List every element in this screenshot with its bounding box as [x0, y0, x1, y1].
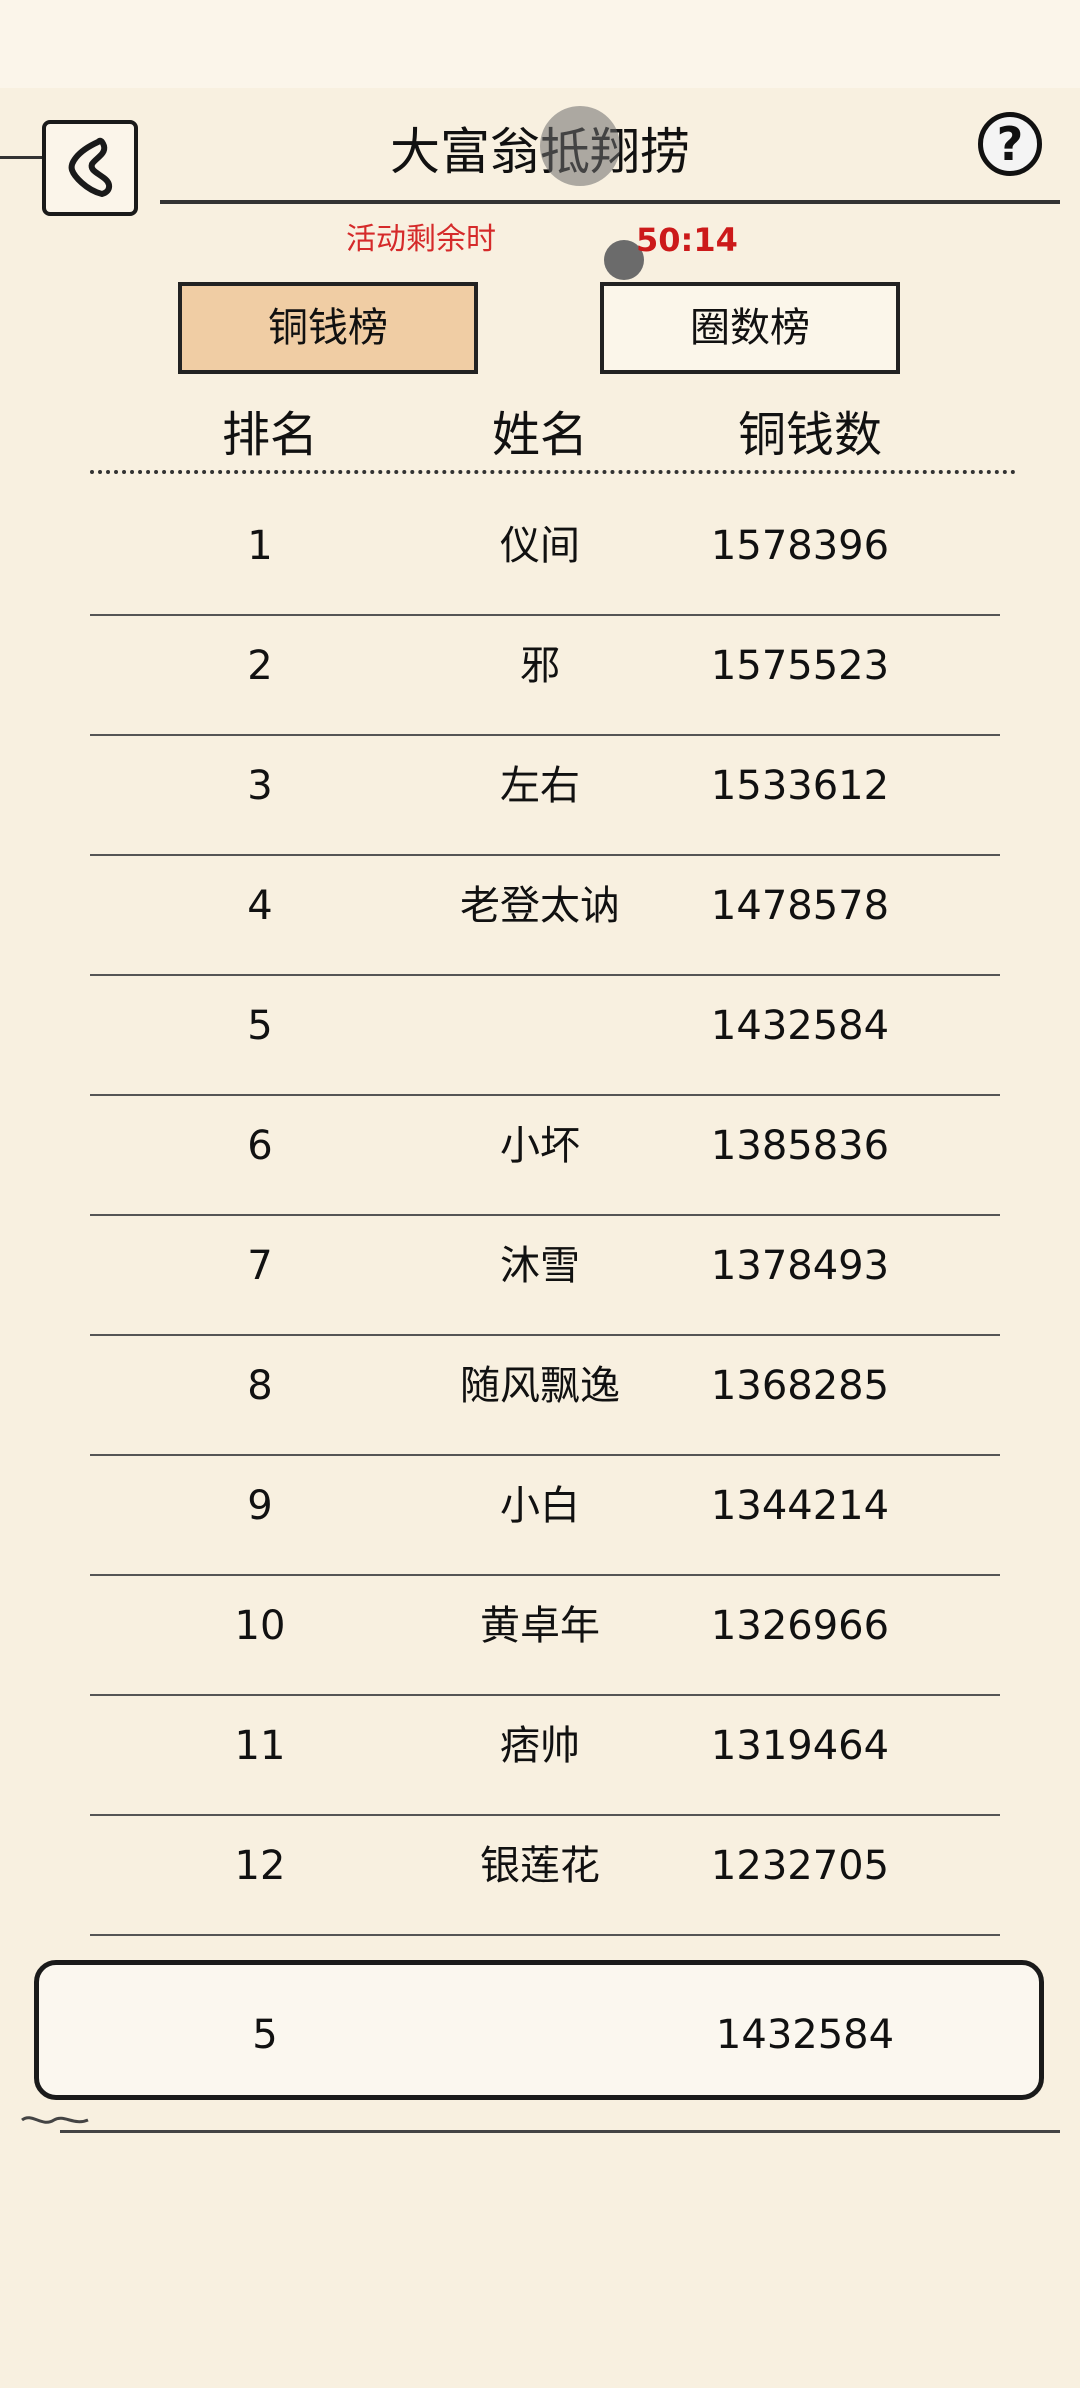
rank-cell: 12: [234, 1843, 286, 1889]
coins-cell: 1432584: [710, 1003, 890, 1049]
help-button[interactable]: ?: [978, 112, 1042, 176]
rank-cell: 2: [247, 643, 273, 689]
coins-cell: 1478578: [710, 883, 890, 929]
table-row: 11 痞帅 1319464: [90, 1696, 1000, 1816]
header-dotted-divider: [90, 470, 1016, 474]
touch-indicator: [540, 106, 620, 186]
column-header-coins: 铜钱数: [737, 407, 882, 463]
name-cell: 左右: [500, 763, 580, 809]
table-row: 4 老登太讷 1478578: [90, 856, 1000, 976]
table-row: 7 沐雪 1378493: [90, 1216, 1000, 1336]
column-header-rank: 排名: [221, 407, 318, 463]
decorative-swirl-icon: [21, 2116, 89, 2124]
back-arrow-icon: [68, 137, 112, 197]
rank-cell: 6: [247, 1123, 273, 1169]
name-cell: 沐雪: [500, 1243, 580, 1289]
coins-cell: 1326966: [710, 1603, 890, 1649]
rank-cell: 1: [247, 523, 273, 569]
column-header-name: 姓名: [491, 407, 588, 463]
event-remaining-time: 50:14: [636, 221, 738, 259]
rank-cell: 5: [247, 1003, 273, 1049]
table-row: 5 1432584: [90, 976, 1000, 1096]
my-name-cell: [415, 1985, 675, 2085]
table-row: 10 黄卓年 1326966: [90, 1576, 1000, 1696]
name-cell: 随风飘逸: [460, 1363, 620, 1409]
tab-coins[interactable]: 铜钱榜: [178, 282, 478, 374]
rank-cell: 9: [247, 1483, 273, 1529]
leaderboard-screen: 大富翁抵翔捞 ? 活动剩余时 50:14 铜钱榜 圈数榜 排名 姓名 铜钱数 1…: [0, 0, 1080, 2388]
rank-cell: 4: [247, 883, 273, 929]
name-cell: 银莲花: [480, 1843, 600, 1889]
rank-cell: 11: [234, 1723, 286, 1769]
row-divider: [90, 1934, 1000, 1936]
tab-laps[interactable]: 圈数榜: [600, 282, 900, 374]
coins-cell: 1533612: [710, 763, 890, 809]
coins-cell: 1368285: [710, 1363, 890, 1409]
bottom-divider: [60, 2130, 1060, 2133]
table-row: 3 左右 1533612: [90, 736, 1000, 856]
my-rank-cell: 5: [252, 2012, 278, 2058]
header-divider: [160, 200, 1060, 204]
status-bar: [0, 0, 1080, 88]
rank-cell: 3: [247, 763, 273, 809]
event-remaining-label: 活动剩余时: [346, 222, 496, 257]
table-row: 12 银莲花 1232705: [90, 1816, 1000, 1936]
name-cell: 小坏: [500, 1123, 580, 1169]
name-cell: 老登太讷: [460, 883, 620, 929]
coins-cell: 1385836: [710, 1123, 890, 1169]
my-rank-row: 5 1432584: [34, 1960, 1044, 2100]
name-cell: [410, 976, 670, 1076]
coins-cell: 1232705: [710, 1843, 890, 1889]
rank-cell: 10: [234, 1603, 286, 1649]
coins-cell: 1575523: [710, 643, 890, 689]
table-row: 2 邪 1575523: [90, 616, 1000, 736]
table-row: 6 小坏 1385836: [90, 1096, 1000, 1216]
my-coins-cell: 1432584: [715, 2012, 895, 2058]
table-row: 9 小白 1344214: [90, 1456, 1000, 1576]
coins-cell: 1319464: [710, 1723, 890, 1769]
name-cell: 小白: [500, 1483, 580, 1529]
table-row: 1 仪间 1578396: [90, 496, 1000, 616]
rank-cell: 7: [247, 1243, 273, 1289]
coins-cell: 1378493: [710, 1243, 890, 1289]
name-cell: 黄卓年: [480, 1603, 600, 1649]
name-cell: 邪: [520, 643, 560, 689]
coins-cell: 1578396: [710, 523, 890, 569]
table-row: 8 随风飘逸 1368285: [90, 1336, 1000, 1456]
name-cell: 痞帅: [500, 1723, 580, 1769]
rank-cell: 8: [247, 1363, 273, 1409]
coins-cell: 1344214: [710, 1483, 890, 1529]
name-cell: 仪间: [500, 523, 580, 569]
back-button[interactable]: [42, 120, 138, 216]
